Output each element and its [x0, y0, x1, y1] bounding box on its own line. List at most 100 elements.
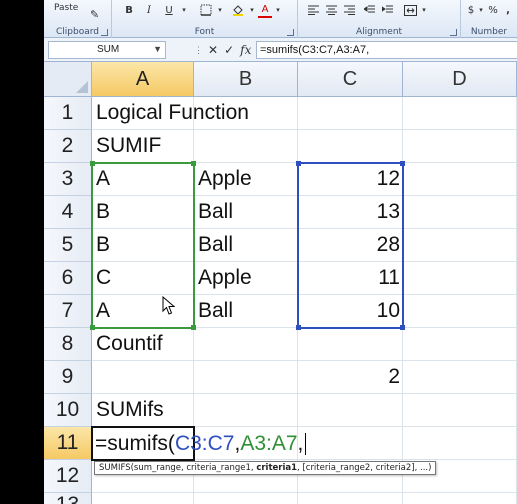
cell-b5[interactable]: Ball — [194, 229, 298, 262]
merge-dropdown-icon[interactable]: ▾ — [420, 2, 428, 18]
ribbon: Paste ✎ Clipboard B I U ▾ ▾ ▾ A ▾ Font ▾… — [44, 0, 517, 38]
cell-b6[interactable]: Apple — [194, 262, 298, 295]
number-group: $ ▾ % , Number — [461, 0, 517, 38]
decrease-indent-icon[interactable] — [362, 2, 376, 18]
formula-input[interactable]: =sumifs(C3:C7,A3:A7, — [256, 41, 517, 59]
currency-dropdown-icon[interactable]: ▾ — [477, 2, 485, 18]
excel-window: Paste ✎ Clipboard B I U ▾ ▾ ▾ A ▾ Font ▾… — [44, 0, 517, 504]
grid-cell-bg — [194, 493, 298, 504]
name-box-value: SUM — [97, 44, 120, 55]
fill-dropdown-icon[interactable]: ▾ — [248, 2, 256, 18]
cell-c5[interactable]: 28 — [298, 229, 403, 262]
row-header-8[interactable]: 8 — [44, 328, 92, 361]
row-header-2[interactable]: 2 — [44, 130, 92, 163]
number-group-label: Number — [470, 27, 508, 37]
cell-a3[interactable]: A — [92, 163, 194, 196]
grid-cell-bg — [298, 328, 403, 361]
name-box-dropdown-icon[interactable]: ▼ — [153, 44, 162, 54]
font-group-label: Font — [194, 27, 215, 37]
row-header-4[interactable]: 4 — [44, 196, 92, 229]
column-header-b[interactable]: B — [194, 62, 298, 97]
row-header-6[interactable]: 6 — [44, 262, 92, 295]
grid-cell-bg — [92, 493, 194, 504]
underline-button[interactable]: U — [162, 2, 176, 18]
cell-c7[interactable]: 10 — [298, 295, 403, 328]
cell-a6[interactable]: C — [92, 262, 194, 295]
align-left-icon[interactable] — [306, 2, 320, 18]
row-header-11[interactable]: 11 — [44, 427, 92, 460]
font-color-dropdown-icon[interactable]: ▾ — [274, 2, 282, 18]
column-header-c[interactable]: C — [298, 62, 403, 97]
cell-a8[interactable]: Countif — [92, 328, 194, 361]
splitter-handle[interactable]: ⋮ — [194, 45, 203, 56]
grid-cell-bg — [298, 493, 403, 504]
column-header-a[interactable]: A — [92, 62, 194, 97]
grid-cell-bg — [194, 328, 298, 361]
percent-button[interactable]: % — [487, 2, 499, 18]
edit-criteria-range-ref: A3:A7 — [240, 431, 298, 455]
grid-cell-bg — [298, 97, 403, 130]
fill-color-icon[interactable] — [230, 2, 246, 18]
bold-button[interactable]: B — [122, 2, 136, 18]
increase-indent-icon[interactable] — [380, 2, 394, 18]
tooltip-remaining-args: , [criteria_range2, criteria2], ...) — [297, 463, 432, 473]
merge-center-icon[interactable] — [402, 2, 418, 18]
cell-b4[interactable]: Ball — [194, 196, 298, 229]
alignment-group-label: Alignment — [355, 27, 403, 37]
borders-dropdown-icon[interactable]: ▾ — [216, 2, 224, 18]
row-header-13[interactable]: 13 — [44, 493, 92, 504]
formula-bar-buttons: ⋮ ✕ ✓ fx — [194, 42, 251, 58]
cell-c3[interactable]: 12 — [298, 163, 403, 196]
grid-cell-bg — [403, 163, 517, 196]
cell-a5[interactable]: B — [92, 229, 194, 262]
row-header-5[interactable]: 5 — [44, 229, 92, 262]
font-launcher-icon[interactable] — [287, 29, 294, 36]
insert-function-icon[interactable]: fx — [240, 43, 251, 57]
grid-cell-bg — [403, 130, 517, 163]
row-header-9[interactable]: 9 — [44, 361, 92, 394]
column-header-d[interactable]: D — [403, 62, 517, 97]
function-argument-tooltip[interactable]: SUMIFS(sum_range, criteria_range1, crite… — [94, 461, 437, 475]
formula-bar: SUM ▼ ⋮ ✕ ✓ fx =sumifs(C3:C7,A3:A7, — [44, 38, 517, 62]
alignment-launcher-icon[interactable] — [450, 29, 457, 36]
cancel-icon[interactable]: ✕ — [208, 43, 218, 57]
enter-icon[interactable]: ✓ — [224, 43, 234, 57]
italic-button[interactable]: I — [142, 2, 156, 18]
grid-cell-bg — [194, 361, 298, 394]
borders-icon[interactable] — [198, 2, 214, 18]
row-header-7[interactable]: 7 — [44, 295, 92, 328]
align-right-icon[interactable] — [342, 2, 356, 18]
grid-cell-bg — [403, 361, 517, 394]
alignment-group: ▾ Alignment — [298, 0, 461, 38]
row-header-3[interactable]: 3 — [44, 163, 92, 196]
grid-cell-bg — [403, 97, 517, 130]
underline-dropdown-icon[interactable]: ▾ — [180, 2, 188, 18]
row-header-1[interactable]: 1 — [44, 97, 92, 130]
cell-a10[interactable]: SUMifs — [92, 394, 194, 427]
format-painter-icon[interactable]: ✎ — [90, 6, 99, 22]
cell-b7[interactable]: Ball — [194, 295, 298, 328]
grid-cell-bg — [403, 394, 517, 427]
cell-a1[interactable]: Logical Function — [92, 97, 249, 130]
cell-c9[interactable]: 2 — [298, 361, 403, 394]
row-header-10[interactable]: 10 — [44, 394, 92, 427]
cell-a4[interactable]: B — [92, 196, 194, 229]
edit-sep-2: , — [297, 431, 304, 455]
font-color-button[interactable]: A — [258, 2, 272, 18]
cell-c6[interactable]: 11 — [298, 262, 403, 295]
grid-cell-bg — [298, 130, 403, 163]
name-box[interactable]: SUM ▼ — [48, 41, 166, 59]
paste-button[interactable]: Paste — [54, 0, 78, 16]
grid-cell-bg — [403, 229, 517, 262]
cell-a11-editor[interactable]: =sumifs(C3:C7, A3:A7, — [95, 427, 307, 460]
cell-a7[interactable]: A — [92, 295, 194, 328]
row-header-12[interactable]: 12 — [44, 460, 92, 493]
currency-icon[interactable]: $ — [465, 2, 477, 18]
cell-c4[interactable]: 13 — [298, 196, 403, 229]
align-center-icon[interactable] — [324, 2, 338, 18]
comma-button[interactable]: , — [503, 2, 513, 18]
cell-a2[interactable]: SUMIF — [92, 130, 194, 163]
select-all-button[interactable] — [44, 62, 92, 97]
cell-b3[interactable]: Apple — [194, 163, 298, 196]
clipboard-launcher-icon[interactable] — [101, 29, 108, 36]
